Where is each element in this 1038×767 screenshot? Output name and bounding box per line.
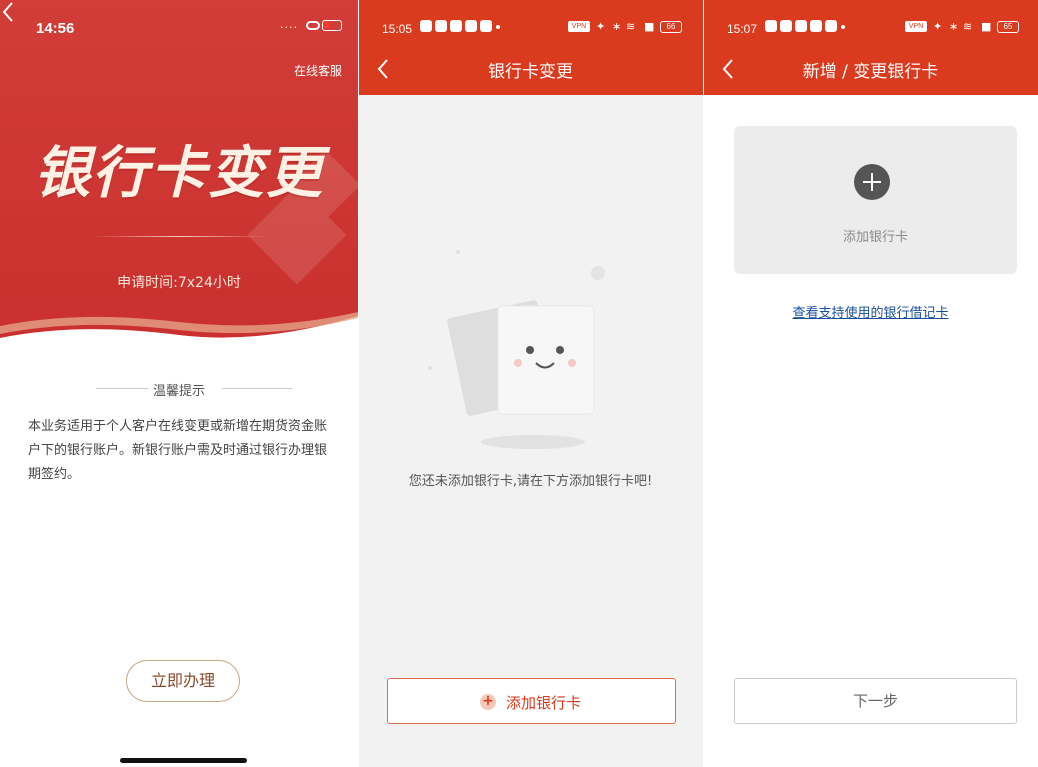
- app-notification-icon: [420, 20, 432, 32]
- status-bar-time: 15:07: [727, 22, 758, 36]
- empty-card-illustration: [428, 250, 605, 449]
- app-notification-icon: [765, 20, 777, 32]
- supported-cards-link[interactable]: 查看支持使用的银行借记卡: [703, 302, 1038, 321]
- hero-title: 银行卡变更: [34, 141, 324, 206]
- service-hours: 申请时间:7x24小时: [117, 275, 241, 291]
- notification-icons: [420, 20, 500, 36]
- status-bar-icons: VPN ✦ ∗ ≋ ■ 65: [905, 19, 1035, 35]
- app-notification-icon: [780, 20, 792, 32]
- page-title: 新增 / 变更银行卡: [802, 62, 939, 82]
- app-bar: 15:07 VPN ✦ ∗ ≋ ■ 65 新增 / 变更银行卡: [703, 0, 1038, 95]
- vpn-icon: VPN: [905, 21, 927, 32]
- status-bar-icons: ....: [280, 18, 344, 36]
- signal-icon: ✦: [933, 20, 943, 33]
- page-title: 银行卡变更: [488, 62, 573, 82]
- add-bank-card-button[interactable]: + 添加银行卡: [387, 678, 676, 724]
- battery-icon: 65: [997, 21, 1019, 33]
- title-divider: [92, 236, 268, 237]
- app-notification-icon: [795, 20, 807, 32]
- add-bank-card-label: 添加银行卡: [506, 694, 582, 712]
- bank-card-change-screen: 15:05 VPN ✦ ∗ ≋ ■ 66 银行卡变更 您还未添加银行卡,请在下方…: [358, 0, 703, 767]
- wifi-icon: ≋: [963, 20, 973, 33]
- bluetooth-icon: ∗: [612, 20, 622, 33]
- battery-icon: [322, 20, 342, 31]
- panel-divider: [703, 0, 704, 767]
- tip-divider-right: [222, 388, 292, 389]
- app-notification-icon: [465, 20, 477, 32]
- more-dot-icon: [496, 25, 500, 29]
- plus-circle-icon: [854, 164, 890, 200]
- signal-icon: ✦: [596, 20, 606, 33]
- bluetooth-icon: ∗: [949, 20, 959, 33]
- online-service-link[interactable]: 在线客服: [294, 62, 342, 79]
- hero-banner: 14:56 .... 在线客服 银行卡变更 申请时间:7x24小时: [0, 0, 358, 345]
- plus-icon: +: [480, 694, 496, 710]
- vpn-icon: VPN: [568, 21, 590, 32]
- tip-body: 本业务适用于个人客户在线变更或新增在期货资金账户下的银行账户。新银行账户需及时通…: [28, 419, 328, 482]
- intro-screen: 14:56 .... 在线客服 银行卡变更 申请时间:7x24小时 温馨提示 本…: [0, 0, 358, 767]
- cast-icon: ■: [644, 20, 655, 33]
- empty-state-message: 您还未添加银行卡,请在下方添加银行卡吧!: [408, 474, 653, 489]
- app-bar: 15:05 VPN ✦ ∗ ≋ ■ 66 银行卡变更: [358, 0, 703, 95]
- add-change-card-screen: 15:07 VPN ✦ ∗ ≋ ■ 65 新增 / 变更银行卡 添加银行卡 查看…: [703, 0, 1038, 767]
- status-bar-time: 15:05: [382, 22, 413, 36]
- app-notification-icon: [825, 20, 837, 32]
- wifi-icon: ≋: [626, 20, 636, 33]
- app-notification-icon: [810, 20, 822, 32]
- battery-icon: 66: [660, 21, 682, 33]
- status-bar-icons: VPN ✦ ∗ ≋ ■ 66: [568, 19, 698, 35]
- status-bar-time: 14:56: [36, 20, 75, 37]
- app-notification-icon: [480, 20, 492, 32]
- back-chevron-icon[interactable]: [0, 0, 16, 24]
- panel-divider: [358, 0, 359, 767]
- next-step-button[interactable]: 下一步: [734, 678, 1017, 724]
- home-indicator: [120, 758, 247, 763]
- app-notification-icon: [450, 20, 462, 32]
- app-notification-icon: [435, 20, 447, 32]
- cast-icon: ■: [981, 20, 992, 33]
- more-dot-icon: [841, 25, 845, 29]
- tip-title: 温馨提示: [152, 384, 205, 399]
- link-icon: [306, 21, 320, 30]
- notification-icons: [765, 20, 845, 36]
- add-bank-card-tile[interactable]: 添加银行卡: [734, 126, 1017, 274]
- signal-dots-icon: ....: [280, 18, 298, 31]
- add-bank-card-label: 添加银行卡: [842, 230, 908, 245]
- handle-now-button[interactable]: 立即办理: [126, 660, 240, 702]
